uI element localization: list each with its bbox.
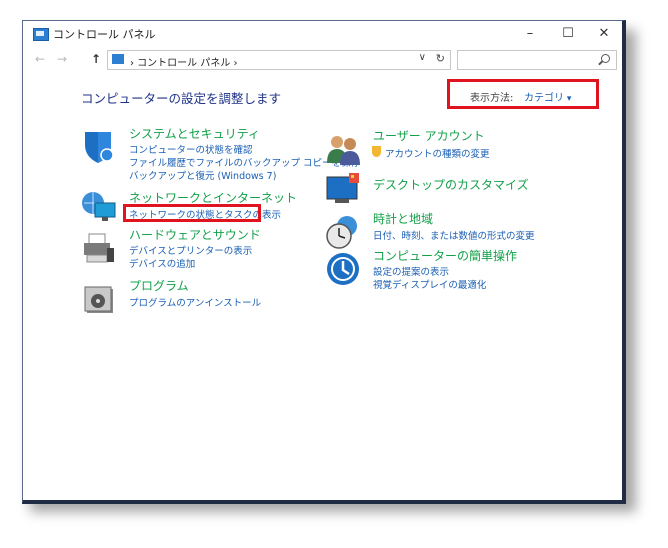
address-field[interactable]: › コントロール パネル › ∨ ↻ — [107, 50, 451, 70]
category-user-accounts: ユーザー アカウント アカウントの種類の変更 — [325, 127, 545, 165]
view-by-dropdown[interactable]: カテゴリ — [524, 89, 571, 104]
link-check-status[interactable]: コンピューターの状態を確認 — [129, 142, 253, 156]
up-button[interactable]: ↑ — [91, 52, 101, 66]
programs-icon — [84, 286, 113, 313]
desktop-customize-icon — [326, 173, 359, 203]
category-appearance: デスクトップのカスタマイズ — [325, 167, 545, 207]
users-icon — [327, 136, 360, 165]
link-uninstall-program[interactable]: プログラムのアンインストール — [129, 295, 261, 309]
link-optimize-display[interactable]: 視覚ディスプレイの最適化 — [373, 277, 486, 291]
category-title[interactable]: ハードウェアとサウンド — [129, 226, 261, 243]
breadcrumb[interactable]: › コントロール パネル › — [130, 54, 238, 69]
ease-of-access-icon — [327, 253, 359, 285]
shield-icon — [85, 132, 114, 163]
uac-shield-icon — [372, 146, 381, 157]
refresh-icon[interactable]: ↻ — [436, 52, 445, 65]
maximize-button[interactable]: ☐ — [551, 21, 585, 47]
category-programs: プログラム プログラムのアンインストール — [81, 277, 301, 317]
address-bar: ← → ↑ › コントロール パネル › ∨ ↻ — [23, 47, 622, 73]
minimize-button[interactable]: – — [513, 21, 547, 47]
network-status-highlight — [123, 204, 261, 222]
printer-icon — [84, 233, 114, 263]
back-button[interactable]: ← — [35, 52, 45, 66]
link-backup-restore[interactable]: バックアップと復元 (Windows 7) — [129, 168, 276, 182]
category-system-security: システムとセキュリティ コンピューターの状態を確認 ファイル履歴でファイルのバッ… — [81, 125, 360, 185]
category-title[interactable]: システムとセキュリティ — [129, 125, 260, 142]
category-ease-of-access: コンピューターの簡単操作 設定の提案の表示 視覚ディスプレイの最適化 — [325, 247, 565, 293]
control-panel-window: コントロール パネル – ☐ ✕ ← → ↑ › コントロール パネル › ∨ … — [22, 20, 626, 504]
control-panel-icon — [33, 28, 49, 41]
link-get-recommendations[interactable]: 設定の提案の表示 — [373, 264, 449, 278]
page-title: コンピューターの設定を調整します — [81, 91, 282, 106]
clock-icon — [326, 216, 357, 249]
search-input[interactable] — [457, 50, 617, 70]
category-title[interactable]: ユーザー アカウント — [373, 127, 485, 144]
category-title[interactable]: デスクトップのカスタマイズ — [373, 176, 529, 193]
chevron-down-icon[interactable]: ∨ — [419, 52, 426, 63]
category-title[interactable]: 時計と地域 — [373, 210, 433, 227]
category-clock-region: 時計と地域 日付、時刻、または数値の形式の変更 — [325, 210, 565, 249]
view-by-highlight: 表示方法: カテゴリ — [447, 79, 599, 109]
close-button[interactable]: ✕ — [587, 21, 621, 47]
category-hardware-sound: ハードウェアとサウンド デバイスとプリンターの表示 デバイスの追加 — [81, 226, 301, 272]
category-title[interactable]: プログラム — [129, 277, 189, 294]
view-by-label: 表示方法: — [470, 93, 514, 104]
window-title: コントロール パネル — [53, 28, 156, 41]
search-icon[interactable] — [601, 54, 610, 63]
forward-button[interactable]: → — [57, 52, 67, 66]
link-devices-printers[interactable]: デバイスとプリンターの表示 — [129, 243, 252, 257]
link-date-time-format[interactable]: 日付、時刻、または数値の形式の変更 — [373, 228, 535, 242]
title-bar: コントロール パネル – ☐ ✕ — [23, 21, 622, 47]
network-globe-icon — [82, 192, 116, 221]
control-panel-icon — [112, 54, 124, 64]
link-change-account-type[interactable]: アカウントの種類の変更 — [385, 146, 490, 160]
category-title[interactable]: コンピューターの簡単操作 — [373, 247, 517, 264]
link-add-device[interactable]: デバイスの追加 — [129, 256, 195, 270]
